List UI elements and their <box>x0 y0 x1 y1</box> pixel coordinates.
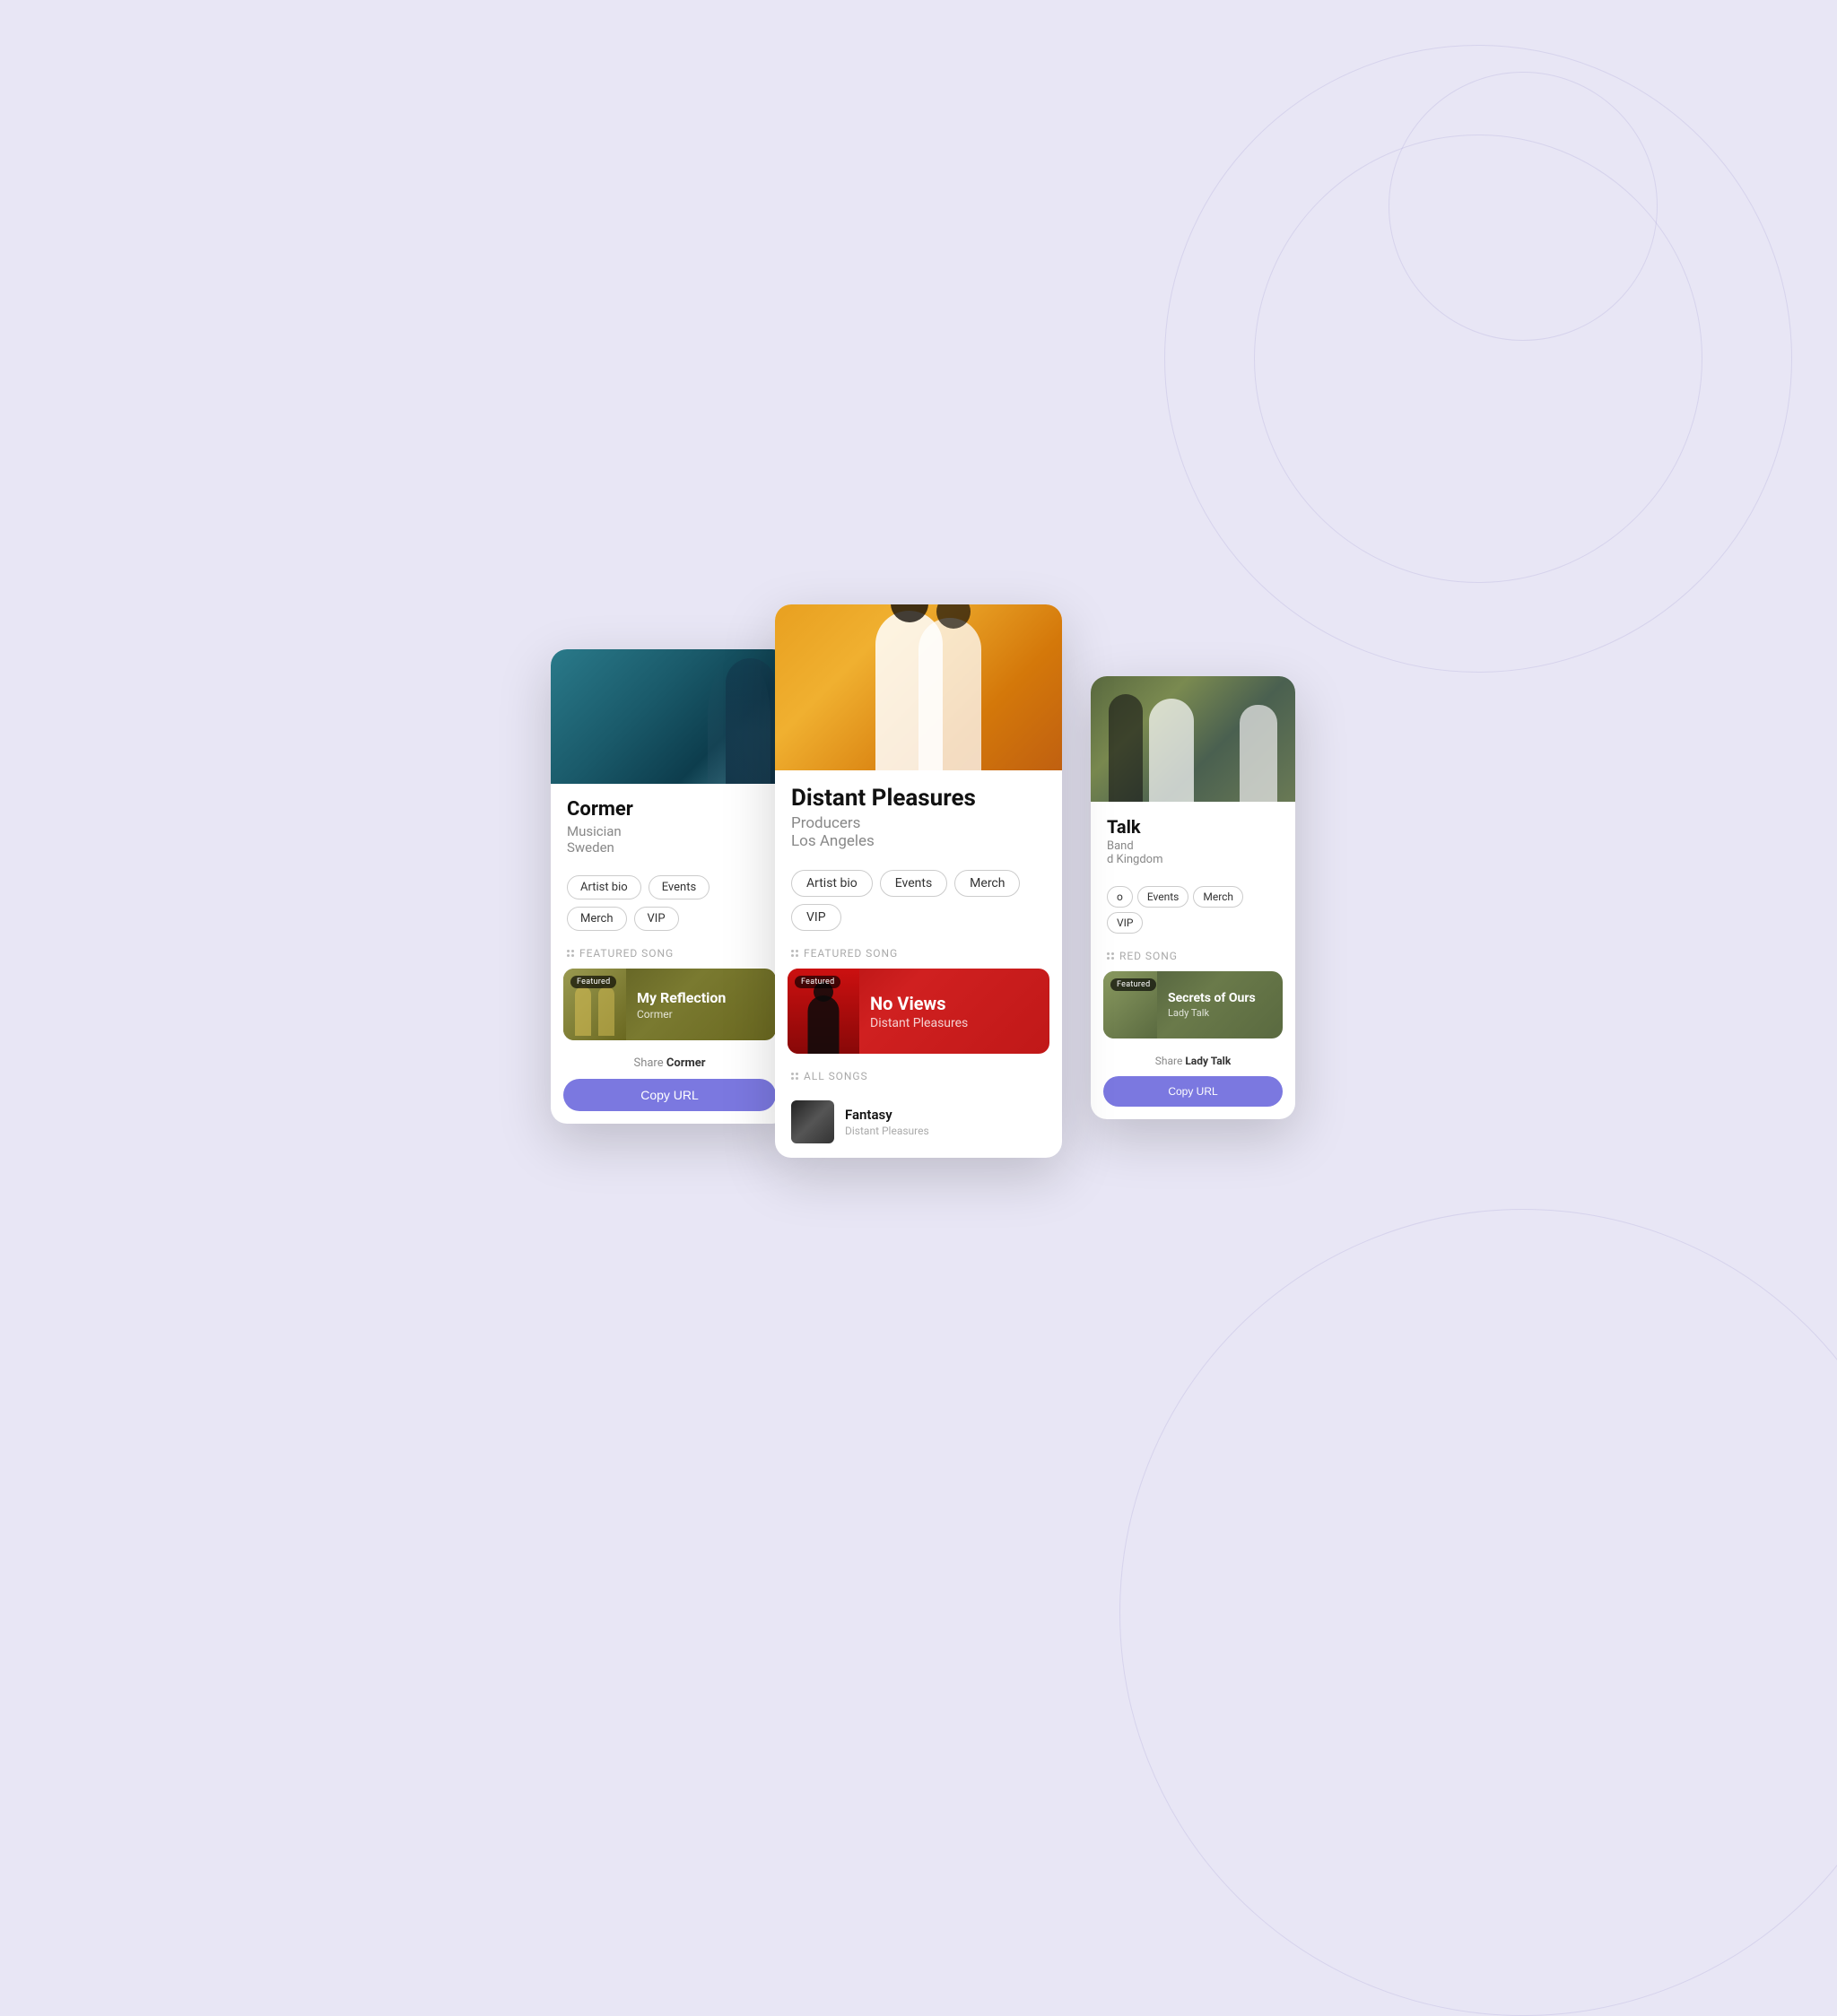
dots-icon-ladytalk <box>1107 952 1114 960</box>
ladytalk-copy-url[interactable]: Copy URL <box>1103 1076 1283 1107</box>
distant-all-songs-label: All songs <box>775 1063 1062 1088</box>
distant-type: Producers <box>791 814 1046 832</box>
distant-name: Distant Pleasures <box>791 785 1046 812</box>
ladytalk-featured-label: red song <box>1091 943 1295 968</box>
tag-events-ladytalk[interactable]: Events <box>1137 886 1189 908</box>
cormer-share-name: Cormer <box>666 1056 706 1070</box>
ladytalk-featured-info: Secrets of Ours Lady Talk <box>1157 991 1267 1019</box>
ladytalk-song-title: Secrets of Ours <box>1168 991 1256 1005</box>
distant-body: Distant Pleasures Producers Los Angeles <box>775 770 1062 861</box>
tag-events-distant[interactable]: Events <box>880 870 947 897</box>
ladytalk-name: Talk <box>1107 816 1279 838</box>
ladytalk-featured-song[interactable]: Featured Secrets of Ours Lady Talk <box>1103 971 1283 1038</box>
cormer-body: Cormer Musician Sweden <box>551 784 788 866</box>
ladytalk-image <box>1091 676 1295 802</box>
ladytalk-body: Talk Band d Kingdom <box>1091 802 1295 877</box>
tag-bio-ladytalk[interactable]: o <box>1107 886 1133 908</box>
tag-vip-ladytalk[interactable]: VIP <box>1107 912 1143 934</box>
tag-merch-ladytalk[interactable]: Merch <box>1193 886 1243 908</box>
cormer-location: Sweden <box>567 839 772 856</box>
tag-merch-distant[interactable]: Merch <box>954 870 1020 897</box>
ladytalk-tags: o Events Merch VIP <box>1091 877 1295 943</box>
ladytalk-featured-badge: Featured <box>1110 978 1156 991</box>
cormer-song-artist: Cormer <box>637 1008 726 1021</box>
ladytalk-location: d Kingdom <box>1107 853 1279 866</box>
cards-container: Cormer Musician Sweden Artist bio Events… <box>560 604 1277 1232</box>
distant-tags: Artist bio Events Merch VIP <box>775 861 1062 940</box>
tag-vip-cormer[interactable]: VIP <box>634 907 679 931</box>
distant-song-title: No Views <box>870 993 968 1014</box>
dots-icon-distant <box>791 950 798 957</box>
ladytalk-song-artist: Lady Talk <box>1168 1007 1256 1019</box>
distant-featured-badge: Featured <box>795 976 840 988</box>
cormer-featured-badge: Featured <box>570 976 616 988</box>
distant-featured-info: No Views Distant Pleasures <box>859 993 979 1030</box>
cormer-type: Musician <box>567 823 772 839</box>
cormer-featured-info: My Reflection Cormer <box>626 989 736 1021</box>
distant-featured-label: Featured song <box>775 940 1062 965</box>
cormer-share: Share Cormer <box>551 1049 788 1073</box>
cormer-copy-url[interactable]: Copy URL <box>563 1079 776 1111</box>
cormer-featured-song[interactable]: Featured My Reflection Cormer <box>563 969 776 1040</box>
tag-artist-bio-cormer[interactable]: Artist bio <box>567 875 641 899</box>
cormer-tags: Artist bio Events Merch VIP <box>551 866 788 940</box>
ladytalk-type: Band <box>1107 839 1279 853</box>
card-lady-talk: Talk Band d Kingdom o Events Merch VIP r… <box>1091 676 1295 1119</box>
ladytalk-share: Share Lady Talk <box>1091 1047 1295 1071</box>
cormer-image <box>551 649 788 784</box>
fantasy-thumb <box>791 1100 834 1143</box>
cormer-name: Cormer <box>567 798 772 821</box>
fantasy-title: Fantasy <box>845 1107 929 1123</box>
dots-icon-cormer <box>567 950 574 957</box>
tag-events-cormer[interactable]: Events <box>649 875 710 899</box>
dots-icon-all-distant <box>791 1073 798 1080</box>
card-distant-pleasures: Distant Pleasures Producers Los Angeles … <box>775 604 1062 1158</box>
tag-merch-cormer[interactable]: Merch <box>567 907 627 931</box>
fantasy-artist: Distant Pleasures <box>845 1125 929 1137</box>
distant-song-artist: Distant Pleasures <box>870 1016 968 1030</box>
distant-all-songs: Fantasy Distant Pleasures <box>775 1088 1062 1158</box>
tag-vip-distant[interactable]: VIP <box>791 904 841 931</box>
card-cormer: Cormer Musician Sweden Artist bio Events… <box>551 649 788 1124</box>
cormer-song-title: My Reflection <box>637 989 726 1006</box>
tag-artist-bio-distant[interactable]: Artist bio <box>791 870 873 897</box>
distant-featured-song[interactable]: Featured No Views Distant Pleasures <box>788 969 1049 1054</box>
song-item-fantasy[interactable]: Fantasy Distant Pleasures <box>791 1093 1046 1151</box>
cormer-featured-label: Featured song <box>551 940 788 965</box>
distant-image <box>775 604 1062 770</box>
distant-location: Los Angeles <box>791 832 1046 850</box>
fantasy-info: Fantasy Distant Pleasures <box>845 1107 929 1137</box>
ladytalk-share-name: Lady Talk <box>1185 1055 1231 1067</box>
